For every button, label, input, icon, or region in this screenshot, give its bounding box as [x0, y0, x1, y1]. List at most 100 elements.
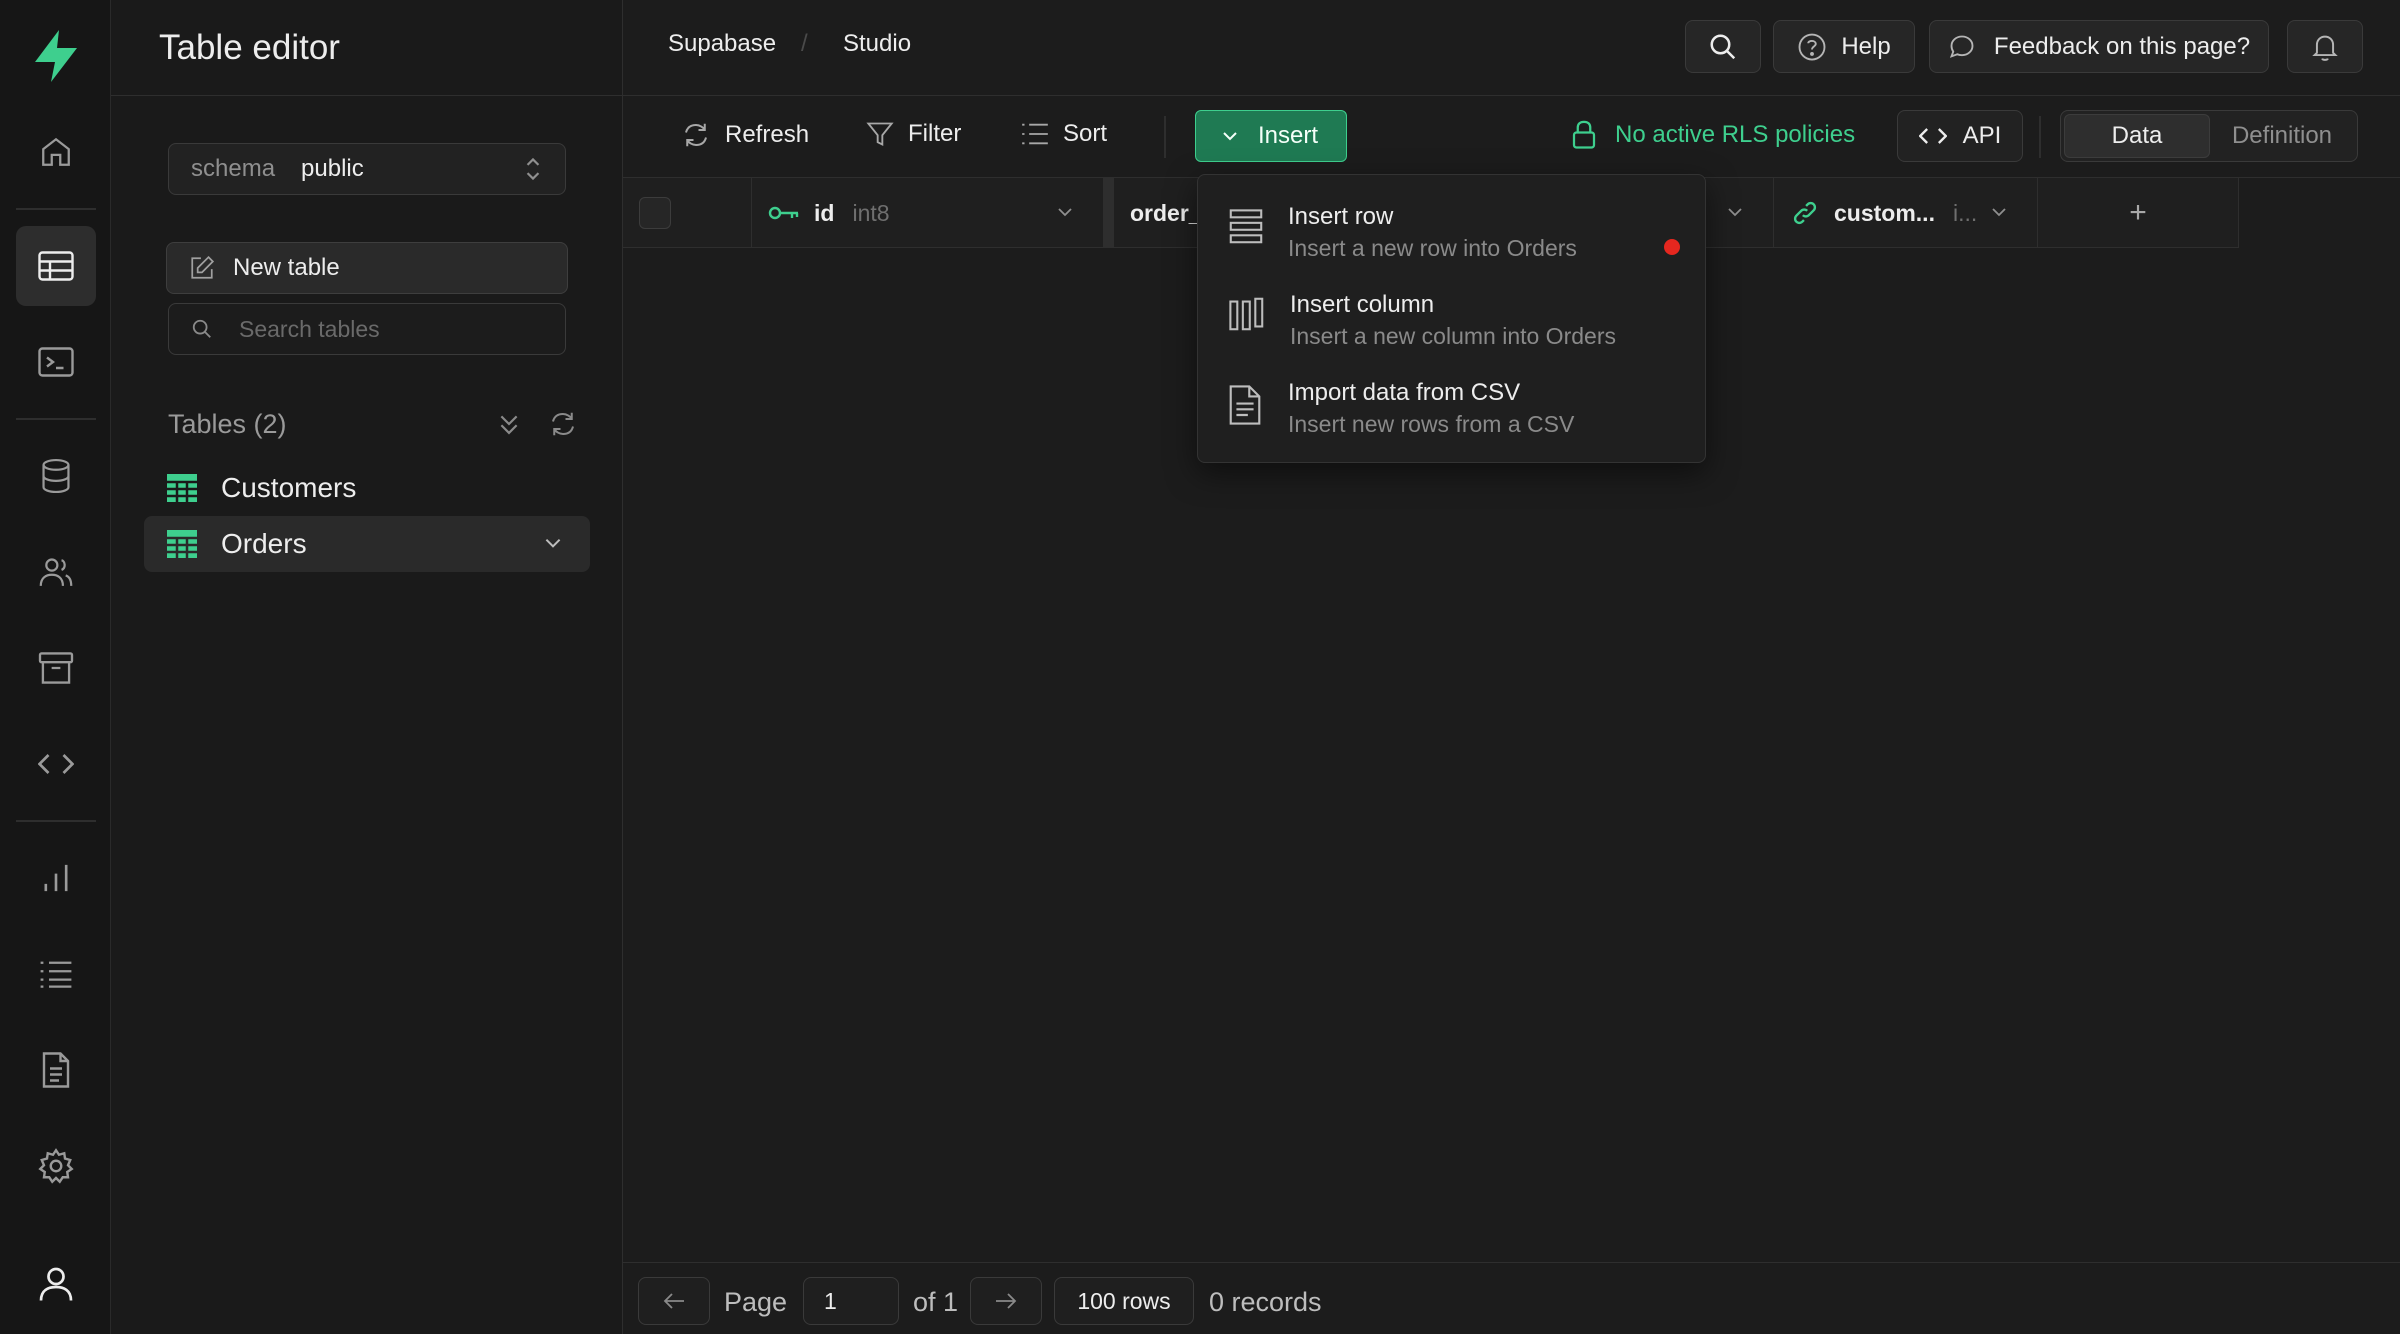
settings-gear-icon[interactable]	[16, 1126, 96, 1206]
feedback-button[interactable]: Feedback on this page?	[1929, 20, 2269, 73]
primary-key-icon	[768, 203, 800, 223]
code-icon	[1918, 126, 1947, 146]
table-grid-icon	[167, 474, 197, 502]
top-bar: Supabase / Studio Help Feedback on this …	[623, 0, 2400, 96]
new-table-button[interactable]: New table	[166, 242, 568, 294]
menu-item-insert-row[interactable]: Insert row Insert a new row into Orders	[1198, 195, 1705, 275]
pagination-footer: Page 1 of 1 100 rows 0 records	[623, 1262, 2400, 1334]
sort-label: Sort	[1063, 120, 1108, 147]
schema-label: schema	[191, 155, 276, 182]
add-column-button[interactable]: +	[2038, 178, 2239, 248]
tables-heading: Tables (2)	[168, 408, 287, 439]
foreign-key-link-icon	[1792, 200, 1818, 226]
search-button[interactable]	[1685, 20, 1761, 73]
filter-button[interactable]: Filter	[866, 120, 961, 148]
next-page-button[interactable]	[970, 1277, 1042, 1325]
schema-value: public	[301, 155, 364, 182]
column-header-id[interactable]: id int8	[752, 178, 1104, 248]
collapse-all-icon[interactable]	[496, 410, 522, 438]
menu-item-insert-column[interactable]: Insert column Insert a new column into O…	[1198, 283, 1705, 363]
help-button[interactable]: Help	[1773, 20, 1915, 73]
help-label: Help	[1841, 32, 1891, 60]
table-name: Customers	[221, 472, 357, 503]
column-name: order_	[1130, 199, 1202, 226]
search-tables-input[interactable]: Search tables	[168, 303, 566, 355]
select-all-checkbox[interactable]	[639, 197, 671, 229]
rail-divider	[16, 208, 96, 210]
menu-item-import-csv[interactable]: Import data from CSV Insert new rows fro…	[1198, 371, 1705, 451]
sort-button[interactable]: Sort	[1021, 120, 1107, 148]
breadcrumb-org[interactable]: Supabase	[668, 30, 776, 58]
insert-dropdown-menu: Insert row Insert a new row into Orders …	[1197, 174, 1706, 463]
table-name: Orders	[221, 528, 307, 559]
logs-icon[interactable]	[16, 934, 96, 1014]
filter-icon	[866, 120, 894, 148]
table-grid-icon	[167, 530, 197, 558]
docs-icon[interactable]	[16, 1030, 96, 1110]
grid-toolbar: Refresh Filter Sort Insert No active RLS…	[623, 96, 2400, 178]
column-name: custom...	[1834, 199, 1935, 226]
column-resize-handle[interactable]	[1104, 178, 1114, 248]
menu-item-title: Import data from CSV	[1288, 379, 1521, 406]
rail-divider	[16, 418, 96, 420]
search-tables-placeholder: Search tables	[239, 315, 380, 342]
rows-per-page-select[interactable]: 100 rows	[1054, 1277, 1194, 1325]
insert-label: Insert	[1258, 122, 1319, 149]
sidebar-title: Table editor	[111, 0, 622, 96]
chevron-down-icon[interactable]	[542, 532, 564, 554]
column-type: i...	[1952, 199, 1978, 226]
feedback-label: Feedback on this page?	[1993, 32, 2251, 60]
reports-icon[interactable]	[16, 838, 96, 918]
view-toggle: Data Definition	[2060, 110, 2358, 162]
menu-item-subtitle: Insert a new row into Orders	[1288, 235, 1577, 261]
chevron-down-icon[interactable]	[1989, 202, 2009, 222]
tab-data[interactable]: Data	[2064, 114, 2210, 158]
sql-editor-icon[interactable]	[16, 322, 96, 402]
api-button[interactable]: API	[1897, 110, 2023, 162]
column-header-customer[interactable]: custom... i...	[1774, 178, 2038, 248]
chevron-down-icon[interactable]	[1055, 202, 1075, 222]
supabase-logo-icon[interactable]	[16, 16, 96, 96]
records-count: 0 records	[1209, 1287, 1322, 1317]
home-icon[interactable]	[16, 112, 96, 192]
new-table-label: New table	[233, 254, 340, 281]
help-circle-icon	[1797, 32, 1827, 62]
bell-icon	[2311, 32, 2339, 62]
breadcrumb-separator: /	[801, 30, 808, 57]
api-label: API	[1962, 122, 2002, 149]
message-bubble-icon	[1948, 33, 1976, 61]
icon-rail	[0, 0, 111, 1334]
table-item-orders[interactable]: Orders	[144, 516, 590, 572]
rls-policies-link[interactable]: No active RLS policies	[1571, 120, 1855, 150]
schema-selector[interactable]: schema public	[168, 143, 566, 195]
lock-icon	[1571, 120, 1597, 150]
authentication-icon[interactable]	[16, 532, 96, 612]
previous-page-button[interactable]	[638, 1277, 710, 1325]
tab-definition[interactable]: Definition	[2210, 114, 2354, 158]
rail-divider	[16, 820, 96, 822]
table-item-customers[interactable]: Customers	[144, 460, 590, 516]
search-icon	[1708, 32, 1738, 62]
page-total-label: of 1	[913, 1287, 959, 1317]
refresh-button[interactable]: Refresh	[681, 120, 809, 150]
menu-item-title: Insert row	[1288, 203, 1394, 230]
refresh-icon	[681, 120, 711, 150]
search-icon	[191, 318, 213, 340]
chevron-down-icon	[1220, 126, 1240, 146]
rls-label: No active RLS policies	[1615, 121, 1856, 148]
page-number-input[interactable]: 1	[803, 1277, 899, 1325]
refresh-tables-icon[interactable]	[548, 409, 578, 439]
insert-button[interactable]: Insert	[1195, 110, 1347, 162]
edge-functions-icon[interactable]	[16, 724, 96, 804]
notification-dot	[1664, 239, 1680, 255]
table-editor-icon[interactable]	[16, 226, 96, 306]
user-profile-icon[interactable]	[16, 1244, 96, 1324]
menu-item-subtitle: Insert a new column into Orders	[1290, 323, 1616, 349]
breadcrumb-project[interactable]: Studio	[843, 30, 911, 58]
notifications-button[interactable]	[2287, 20, 2363, 73]
database-icon[interactable]	[16, 436, 96, 516]
storage-icon[interactable]	[16, 628, 96, 708]
columns-icon	[1229, 297, 1265, 331]
select-all-cell	[623, 178, 752, 248]
chevron-down-icon[interactable]	[1725, 202, 1745, 222]
